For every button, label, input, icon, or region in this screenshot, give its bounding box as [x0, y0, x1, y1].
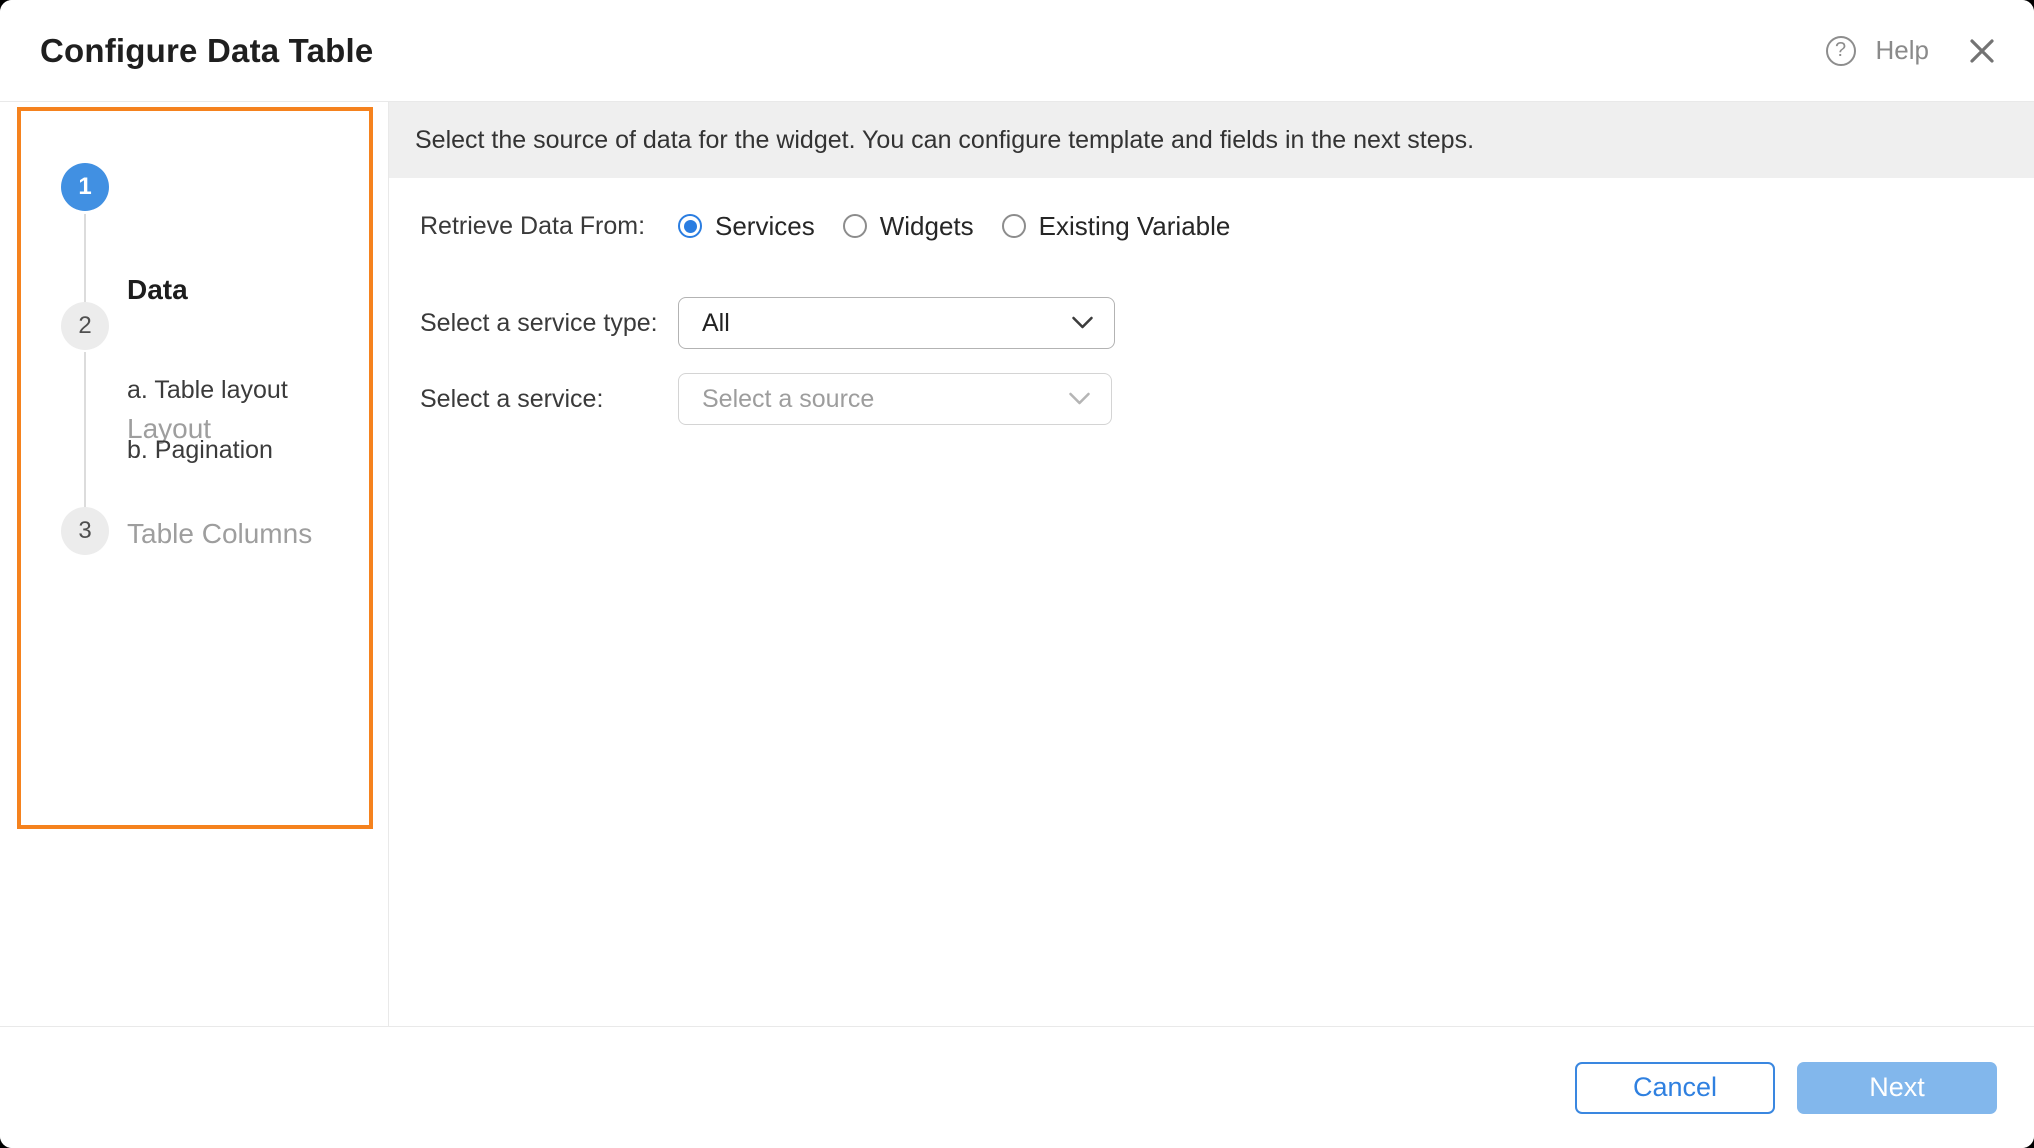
- help-button[interactable]: ? Help: [1826, 35, 1929, 66]
- step-1-label-data[interactable]: Data: [127, 270, 188, 310]
- radio-services[interactable]: Services: [678, 211, 815, 242]
- radio-widgets-label: Widgets: [880, 211, 974, 242]
- close-button[interactable]: [1967, 36, 1997, 66]
- radio-unselected-icon: [1002, 214, 1026, 238]
- service-type-row: Select a service type: All: [420, 297, 2034, 349]
- service-label: Select a service:: [420, 385, 678, 414]
- dialog-footer: Cancel Next: [0, 1026, 2034, 1148]
- page-title: Configure Data Table: [40, 32, 373, 70]
- substep-table-layout[interactable]: a. Table layout: [127, 374, 288, 406]
- configure-data-table-dialog: Configure Data Table ? Help 1 Data 2 Lay…: [0, 0, 2034, 1148]
- step-3-circle[interactable]: 3: [61, 507, 109, 555]
- radio-selected-icon: [678, 214, 702, 238]
- service-type-value: All: [702, 309, 730, 338]
- retrieve-data-from-label: Retrieve Data From:: [420, 212, 678, 241]
- step-connector: [84, 352, 86, 507]
- radio-services-label: Services: [715, 211, 815, 242]
- step-connector: [84, 214, 86, 302]
- radio-existing-variable[interactable]: Existing Variable: [1002, 211, 1231, 242]
- dialog-body: 1 Data 2 Layout a. Table layout b. Pagin…: [0, 102, 2034, 1026]
- data-source-radio-group: Services Widgets Existing Variable: [678, 211, 1230, 242]
- retrieve-data-from-row: Retrieve Data From: Services Widgets: [420, 210, 2034, 242]
- info-banner: Select the source of data for the widget…: [389, 102, 2034, 178]
- chevron-down-icon: [1068, 392, 1091, 406]
- question-mark-icon: ?: [1826, 36, 1856, 66]
- service-placeholder: Select a source: [702, 385, 874, 414]
- substep-pagination[interactable]: b. Pagination: [127, 434, 273, 466]
- service-row: Select a service: Select a source: [420, 373, 2034, 425]
- service-type-dropdown[interactable]: All: [678, 297, 1115, 349]
- service-dropdown[interactable]: Select a source: [678, 373, 1112, 425]
- cancel-button[interactable]: Cancel: [1575, 1062, 1775, 1114]
- radio-unselected-icon: [843, 214, 867, 238]
- info-banner-text: Select the source of data for the widget…: [415, 126, 1474, 155]
- data-source-form: Retrieve Data From: Services Widgets: [389, 178, 2034, 425]
- wizard-steps-sidebar: 1 Data 2 Layout a. Table layout b. Pagin…: [0, 102, 389, 1026]
- dialog-header: Configure Data Table ? Help: [0, 0, 2034, 102]
- help-label: Help: [1876, 35, 1929, 66]
- next-button[interactable]: Next: [1797, 1062, 1997, 1114]
- step-content: Select the source of data for the widget…: [389, 102, 2034, 1026]
- step-1-circle[interactable]: 1: [61, 163, 109, 211]
- step-3-label-table-columns[interactable]: Table Columns: [127, 514, 312, 554]
- service-type-label: Select a service type:: [420, 309, 678, 338]
- highlight-box: [17, 107, 373, 829]
- chevron-down-icon: [1071, 316, 1094, 330]
- radio-widgets[interactable]: Widgets: [843, 211, 974, 242]
- radio-existing-variable-label: Existing Variable: [1039, 211, 1231, 242]
- close-icon: [1968, 37, 1996, 65]
- step-2-circle[interactable]: 2: [61, 302, 109, 350]
